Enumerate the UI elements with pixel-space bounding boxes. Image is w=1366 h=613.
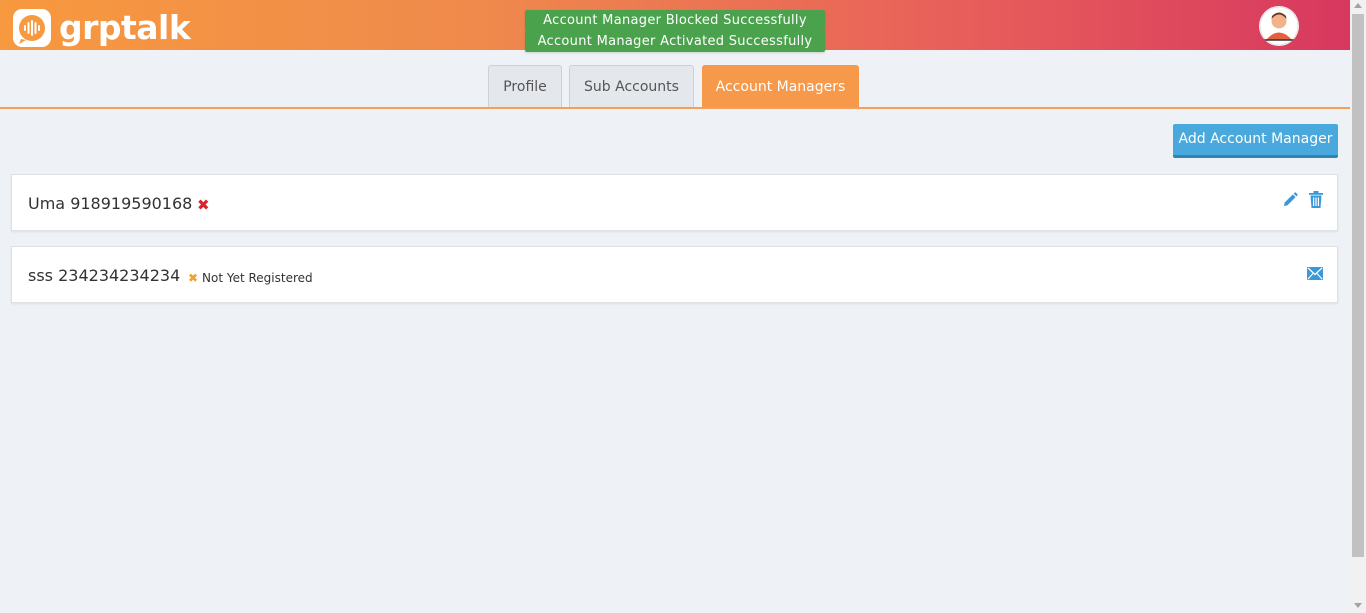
manager-name: Uma 918919590168 — [28, 194, 193, 213]
edit-icon[interactable] — [1282, 192, 1298, 212]
tabs-divider — [0, 107, 1350, 109]
user-avatar[interactable] — [1259, 6, 1299, 46]
toast-stack: Account Manager Blocked Successfully Acc… — [525, 10, 825, 52]
app-header: grptalk Account Manager Blocked Successf… — [0, 0, 1350, 52]
manager-card: sss 234234234234 ✖ Not Yet Registered — [11, 246, 1338, 303]
tab-account-managers[interactable]: Account Managers — [702, 65, 859, 108]
delete-icon[interactable] — [1309, 191, 1323, 212]
manager-name: sss 234234234234 — [28, 266, 181, 285]
scroll-down-icon[interactable] — [1354, 603, 1362, 608]
logo-icon — [13, 9, 51, 47]
toast-blocked: Account Manager Blocked Successfully — [525, 10, 825, 31]
scrollbar-thumb[interactable] — [1352, 14, 1364, 557]
tab-profile[interactable]: Profile — [488, 65, 562, 108]
registration-status: Not Yet Registered — [202, 271, 313, 285]
logo-text: grptalk — [59, 8, 191, 47]
mail-icon[interactable] — [1307, 265, 1323, 284]
manager-card: Uma 918919590168 ✖ — [11, 174, 1338, 231]
scroll-up-icon[interactable] — [1354, 3, 1362, 8]
toast-activated: Account Manager Activated Successfully — [525, 31, 825, 52]
pending-x-icon: ✖ — [188, 271, 199, 285]
tab-sub-accounts[interactable]: Sub Accounts — [569, 65, 694, 108]
blocked-x-icon[interactable]: ✖ — [197, 196, 210, 214]
add-account-manager-button[interactable]: Add Account Manager — [1173, 124, 1338, 158]
user-icon — [1259, 6, 1299, 46]
logo[interactable]: grptalk — [13, 8, 191, 47]
